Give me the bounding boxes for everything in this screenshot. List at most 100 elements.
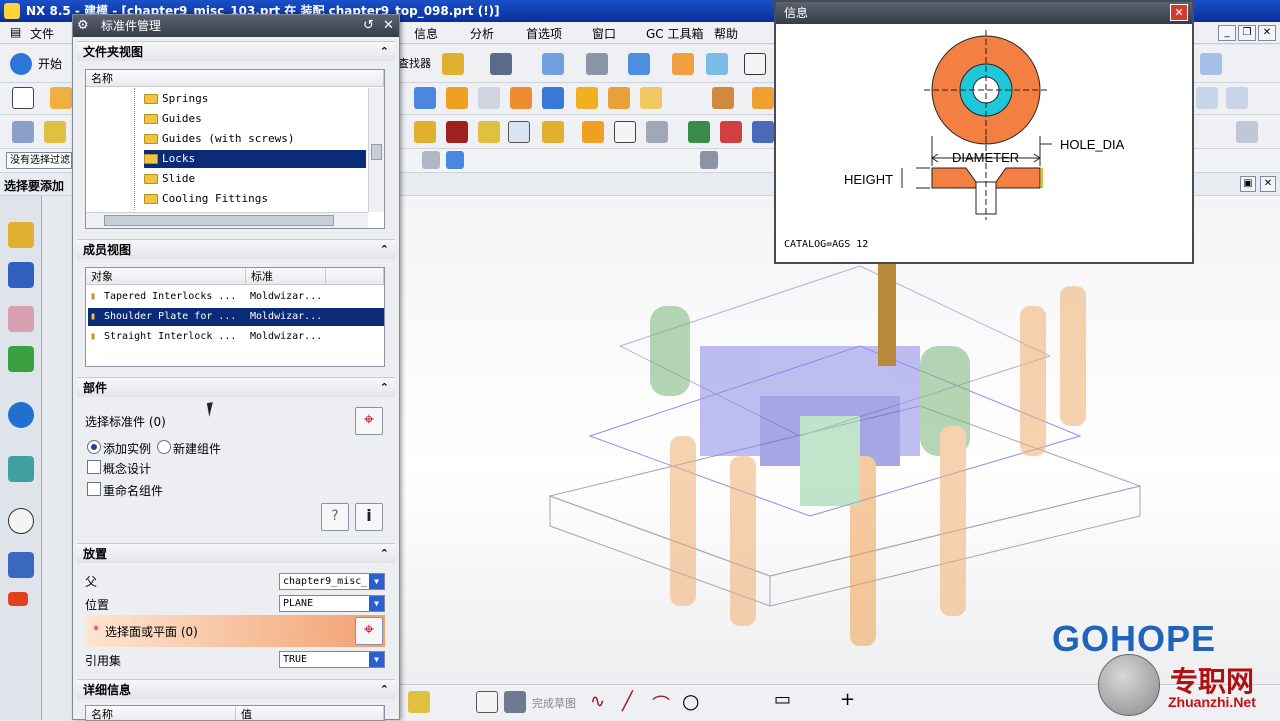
snap-icon[interactable]: [1200, 53, 1222, 75]
sketch-snap-icon[interactable]: [408, 691, 430, 713]
folder-tree[interactable]: 名称 Springs Guides Guides (with screws) L…: [85, 69, 385, 229]
palette-icon[interactable]: [8, 592, 28, 606]
finish-sketch-icon[interactable]: [504, 691, 526, 713]
menu-info[interactable]: 信息: [414, 25, 438, 42]
assembly-icon[interactable]: [712, 87, 734, 109]
scrollbar-thumb[interactable]: [371, 144, 382, 160]
part-navigator-icon[interactable]: [8, 306, 34, 332]
system-materials-icon[interactable]: [8, 552, 34, 578]
add-instance-radio[interactable]: [87, 440, 101, 454]
start-menu-label[interactable]: 开始: [38, 55, 62, 72]
table-row-selected[interactable]: ▮ Shoulder Plate for ... Moldwizar...: [88, 308, 384, 326]
cooling-icon[interactable]: [614, 121, 636, 143]
reference-set-dropdown[interactable]: TRUE ▼: [279, 651, 385, 668]
cylinder-icon[interactable]: [608, 87, 630, 109]
clock-icon[interactable]: [8, 508, 34, 534]
point-icon[interactable]: +: [840, 689, 855, 710]
select-face-row[interactable]: * 选择面或平面 (0): [85, 615, 385, 647]
restore-button[interactable]: ❐: [1238, 25, 1256, 41]
history-icon[interactable]: [8, 456, 34, 482]
member-column-object[interactable]: 对象: [86, 268, 246, 285]
placement-header[interactable]: 放置 ⌃: [77, 543, 395, 563]
parent-dropdown[interactable]: chapter9_misc_ ▼: [279, 573, 385, 590]
horizontal-scrollbar[interactable]: [86, 212, 368, 228]
close-window-button[interactable]: ✕: [1258, 25, 1276, 41]
snap-more-icon[interactable]: [700, 151, 718, 169]
part-header[interactable]: 部件 ⌃: [77, 377, 395, 397]
info-close-icon[interactable]: ✕: [1170, 4, 1188, 21]
line-icon[interactable]: ╱: [622, 691, 633, 712]
collapse-icon[interactable]: ⌃: [380, 378, 389, 398]
info-icon[interactable]: [490, 53, 512, 75]
cue-restore-icon[interactable]: ▣: [1240, 176, 1256, 192]
collapse-icon[interactable]: ⌃: [380, 680, 389, 700]
hole-icon[interactable]: [478, 87, 500, 109]
select-face-button[interactable]: ⌖: [355, 617, 383, 645]
info-window-title-bar[interactable]: 信息: [776, 2, 1192, 24]
details-table[interactable]: 名称 值: [85, 705, 385, 721]
snap-solid-icon[interactable]: [446, 151, 464, 169]
mold-icon[interactable]: [752, 87, 774, 109]
bom-icon[interactable]: [752, 121, 774, 143]
concept-design-checkbox[interactable]: [87, 460, 101, 474]
vertical-scrollbar[interactable]: [368, 88, 384, 212]
ejector-icon[interactable]: [542, 121, 564, 143]
minimize-button[interactable]: _: [1218, 25, 1236, 41]
cone-icon[interactable]: [640, 87, 662, 109]
info-button[interactable]: i: [355, 503, 383, 531]
new-component-radio[interactable]: [157, 440, 171, 454]
details-column-value[interactable]: 值: [236, 706, 384, 720]
member-column-standard[interactable]: 标准: [246, 268, 326, 285]
surface-icon[interactable]: [1226, 87, 1248, 109]
start-icon[interactable]: [10, 53, 32, 75]
selection-filter-dropdown[interactable]: 没有选择过滤: [6, 152, 72, 169]
rectangle-icon[interactable]: ▭: [774, 689, 791, 710]
profile-icon[interactable]: ∿: [590, 691, 605, 712]
open-file-icon[interactable]: [50, 87, 72, 109]
edit-icon[interactable]: [12, 121, 34, 143]
mold-base-icon[interactable]: [446, 121, 468, 143]
chevron-down-icon[interactable]: ▼: [369, 574, 384, 589]
menu-file[interactable]: 文件: [30, 25, 54, 42]
snap-point-icon[interactable]: [422, 151, 440, 169]
graphics-window[interactable]: [400, 196, 1280, 686]
revolve-icon[interactable]: [446, 87, 468, 109]
member-view-header[interactable]: 成员视图 ⌃: [77, 239, 395, 259]
extrude-icon[interactable]: [414, 87, 436, 109]
layer-icon[interactable]: [672, 53, 694, 75]
finder-label[interactable]: 查找器: [398, 55, 431, 71]
fit-view-icon[interactable]: [542, 53, 564, 75]
collapse-icon[interactable]: ⌃: [380, 42, 389, 62]
cavity-icon[interactable]: [720, 121, 742, 143]
help-button[interactable]: ?: [321, 503, 349, 531]
cue-close-icon[interactable]: ✕: [1260, 176, 1276, 192]
table-row[interactable]: ▮ Straight Interlock ... Moldwizar...: [88, 328, 384, 346]
menu-analysis[interactable]: 分析: [470, 25, 494, 42]
misc-icon[interactable]: [1236, 121, 1258, 143]
block-icon[interactable]: [576, 87, 598, 109]
dialog-close-icon[interactable]: ✕: [383, 15, 394, 37]
standard-part-active-icon[interactable]: [508, 121, 530, 143]
details-column-name[interactable]: 名称: [86, 706, 236, 720]
collapse-icon[interactable]: ⌃: [380, 240, 389, 260]
pocket-icon[interactable]: [542, 87, 564, 109]
dialog-title-bar[interactable]: ⚙ 标准件管理 ↺ ✕: [73, 15, 399, 37]
curve-icon[interactable]: [1196, 87, 1218, 109]
electrode-icon[interactable]: [646, 121, 668, 143]
boss-icon[interactable]: [510, 87, 532, 109]
collapse-icon[interactable]: ⌃: [380, 544, 389, 564]
menu-gc-toolbox[interactable]: GC 工具箱: [646, 25, 704, 42]
finish-sketch-label[interactable]: 完成草图: [532, 695, 576, 711]
standard-part-icon[interactable]: [478, 121, 500, 143]
select-part-button[interactable]: ⌖: [355, 407, 383, 435]
sketch-icon[interactable]: [476, 691, 498, 713]
assembly-navigator-icon[interactable]: [8, 222, 34, 248]
folder-tree-column-header[interactable]: 名称: [86, 70, 384, 87]
chevron-down-icon[interactable]: ▼: [369, 596, 384, 611]
reuse-library-icon[interactable]: [8, 346, 34, 372]
render-style-icon[interactable]: [586, 53, 608, 75]
view-manager-icon[interactable]: [688, 121, 710, 143]
folder-view-header[interactable]: 文件夹视图 ⌃: [77, 41, 395, 61]
constraint-navigator-icon[interactable]: [8, 262, 34, 288]
menu-window[interactable]: 窗口: [592, 25, 616, 42]
